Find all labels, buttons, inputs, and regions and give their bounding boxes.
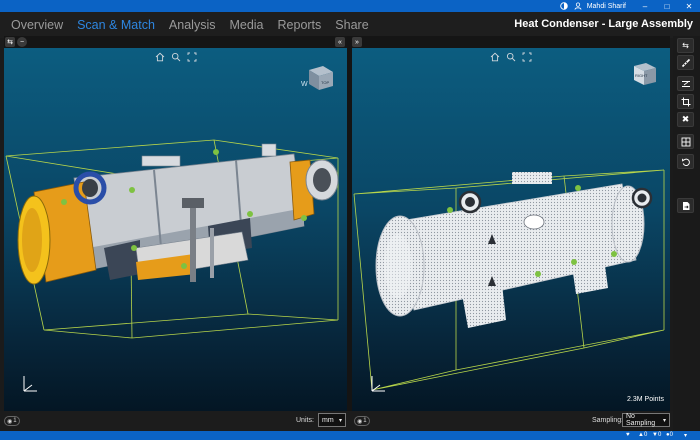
layer-counter[interactable]: ◉ 1 [354, 416, 370, 426]
scissors-icon: ✖ [681, 114, 690, 124]
align-icon [681, 80, 690, 87]
svg-text:W: W [301, 81, 308, 88]
eye-icon: ◉ [357, 418, 363, 425]
status-count-a: ▲0 [638, 432, 648, 438]
minimize-icon: – [642, 1, 648, 11]
crop-icon [681, 97, 690, 106]
right-pane-header: » [352, 36, 670, 48]
tab-share[interactable]: Share [335, 18, 368, 32]
tab-scan-and-match[interactable]: Scan & Match [77, 18, 155, 32]
zoom-icon[interactable] [505, 51, 517, 63]
theme-toggle-icon[interactable] [557, 0, 571, 12]
layer-counter[interactable]: ◉ 1 [4, 416, 20, 426]
layer-count: 1 [363, 418, 367, 424]
undo-button[interactable] [677, 154, 694, 169]
status-count-b: ▼0 [652, 432, 662, 438]
maximize-button[interactable]: □ [656, 0, 678, 12]
right-bottom-bar: ◉ 1 Sampling: No Sampling ▾ [350, 411, 673, 431]
cad-model-render [5, 139, 339, 339]
close-button[interactable]: ✕ [678, 0, 700, 12]
tab-reports[interactable]: Reports [278, 18, 322, 32]
point-cloud-render [353, 169, 665, 391]
units-select[interactable]: mm ▾ [318, 413, 346, 427]
fit-view-icon[interactable] [521, 51, 533, 63]
eye-icon: ◉ [7, 418, 13, 425]
user-icon[interactable] [571, 0, 585, 12]
layer-count: 1 [13, 418, 17, 424]
units-value: mm [322, 416, 334, 424]
title-bar: Mahdi Sharif – □ ✕ [0, 0, 700, 12]
nav-cube-icon[interactable]: TOP W [299, 60, 339, 94]
view-options-button[interactable]: − [17, 37, 27, 47]
sampling-label: Sampling: [592, 417, 624, 424]
close-icon: ✕ [685, 1, 693, 11]
minus-circle-icon: − [19, 38, 25, 46]
cut-button[interactable]: ✖ [677, 112, 694, 127]
nav-cube-icon[interactable]: RIGHT [624, 60, 664, 90]
right-toolbar: ⇆ ✖ [673, 36, 700, 436]
export-icon [682, 201, 689, 210]
svg-text:RIGHT: RIGHT [635, 73, 648, 78]
grid-icon [681, 137, 690, 146]
swap-panels-button[interactable]: ⇆ [677, 38, 694, 53]
tab-media[interactable]: Media [229, 18, 263, 32]
expand-right-button[interactable]: » [352, 37, 362, 47]
left-bottom-bar: ◉ 1 Units: mm ▾ [0, 411, 350, 431]
home-view-icon[interactable] [154, 51, 166, 63]
main-menu: Overview Scan & Match Analysis Media Rep… [0, 12, 700, 38]
grid-view-button[interactable] [677, 134, 694, 149]
crop-button[interactable] [677, 94, 694, 109]
home-view-icon[interactable] [489, 51, 501, 63]
chevron-down-icon: ▾ [662, 417, 666, 424]
point-count: 2.3M Points [627, 396, 664, 403]
sampling-value: No Sampling [626, 413, 656, 427]
double-chevron-left-icon: « [338, 38, 342, 46]
fit-view-icon[interactable] [186, 51, 198, 63]
tab-analysis[interactable]: Analysis [169, 18, 216, 32]
double-chevron-right-icon: » [355, 38, 359, 46]
swap-views-button[interactable]: ⇆ [5, 37, 15, 47]
right-view-tools [489, 51, 533, 63]
point-cloud-viewport[interactable]: RIGHT 2.3M Points [352, 48, 670, 411]
cad-model-viewport[interactable]: TOP W [4, 48, 347, 411]
swap-icon: ⇆ [682, 41, 689, 50]
status-count-c: ●0 [666, 432, 673, 438]
document-title: Heat Condenser - Large Assembly [514, 18, 693, 30]
collapse-left-button[interactable]: « [335, 37, 345, 47]
ruler-icon [681, 58, 690, 67]
user-name[interactable]: Mahdi Sharif [585, 3, 634, 10]
units-label: Units: [296, 417, 314, 424]
maximize-icon: □ [664, 1, 670, 11]
swap-icon: ⇆ [7, 39, 13, 46]
notification-icon[interactable]: ♥ [626, 432, 630, 438]
undo-icon [681, 158, 690, 166]
svg-text:TOP: TOP [321, 80, 329, 85]
export-button[interactable] [677, 198, 694, 213]
align-button[interactable] [677, 76, 694, 91]
chevron-down-icon: ▾ [338, 417, 342, 424]
zoom-icon[interactable] [170, 51, 182, 63]
left-view-tools [154, 51, 198, 63]
minimize-button[interactable]: – [634, 0, 656, 12]
axis-triad-icon [371, 376, 385, 392]
tab-overview[interactable]: Overview [11, 18, 63, 32]
status-bar: ♥ ▲0 ▼0 ●0 ▾ [0, 431, 700, 440]
sampling-select[interactable]: No Sampling ▾ [622, 413, 670, 427]
status-dropdown-icon[interactable]: ▾ [684, 432, 687, 439]
axis-triad-icon [23, 376, 37, 392]
left-pane-header: ⇆ − « [4, 36, 347, 48]
measure-button[interactable] [677, 55, 694, 70]
